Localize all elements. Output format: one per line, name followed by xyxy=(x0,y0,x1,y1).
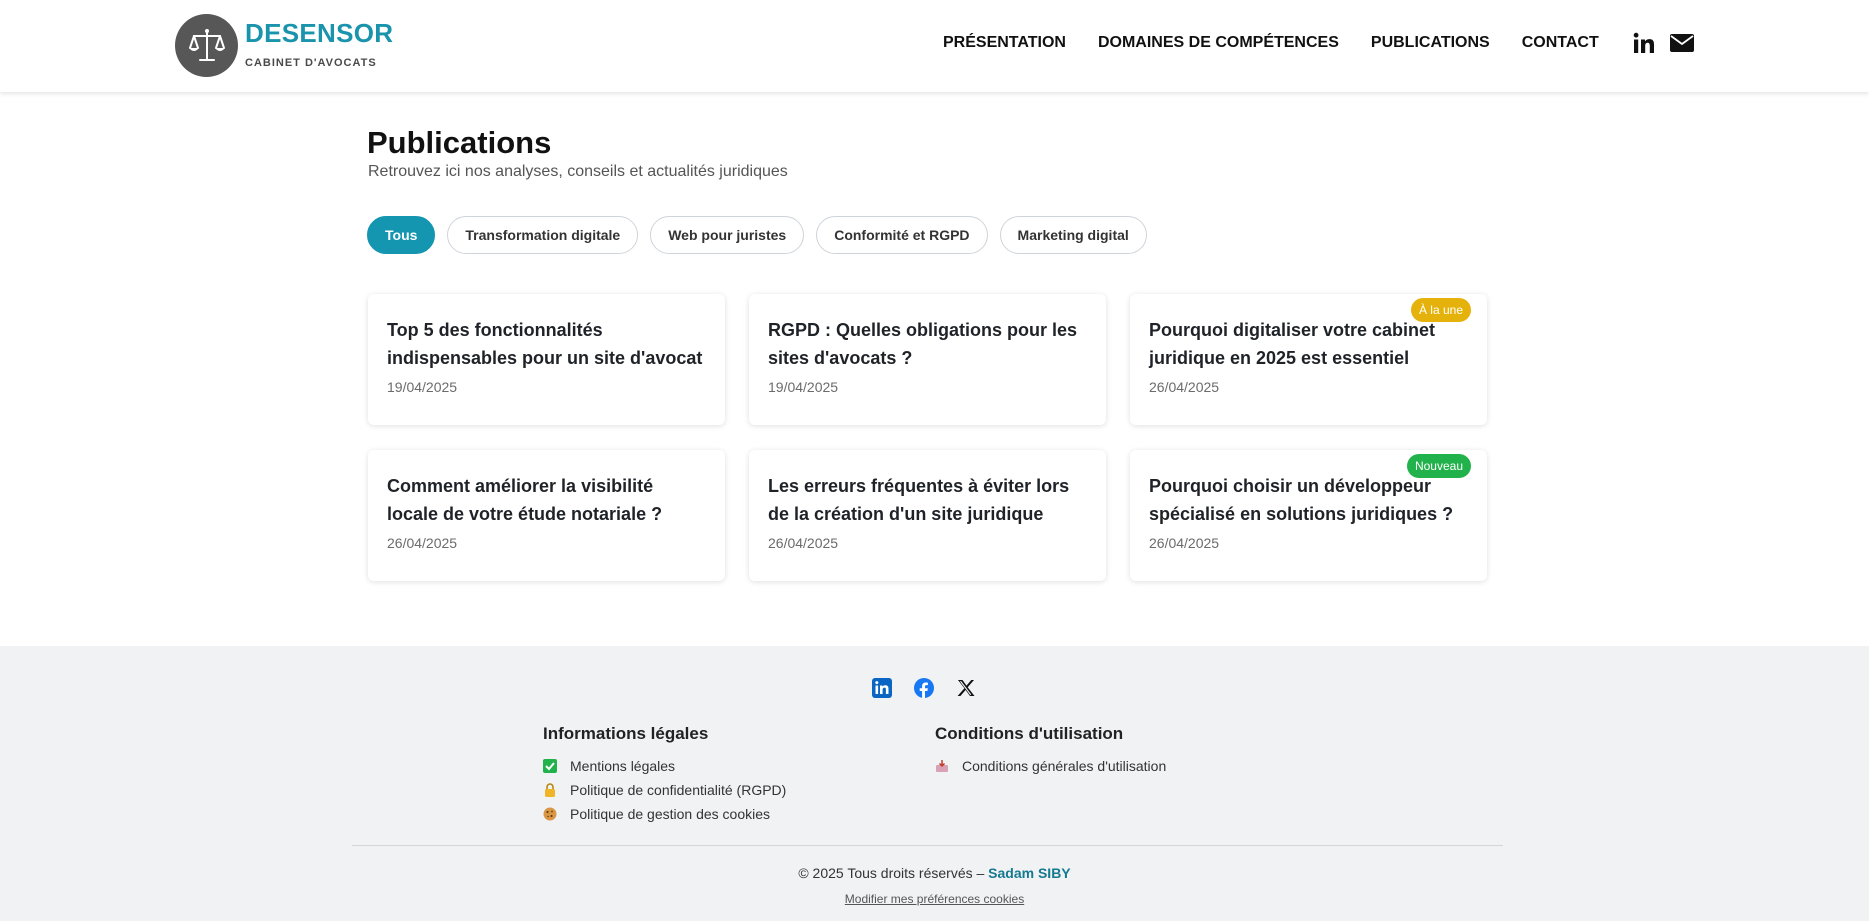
category-filters: Tous Transformation digitale Web pour ju… xyxy=(367,216,1159,254)
privacy-policy-label: Politique de confidentialité (RGPD) xyxy=(570,782,787,798)
article-date: 26/04/2025 xyxy=(1149,379,1220,395)
brand-tagline: CABINET D'AVOCATS xyxy=(245,57,377,69)
featured-badge: À la une xyxy=(1410,298,1471,322)
article-card[interactable]: Comment améliorer la visibilité locale d… xyxy=(368,450,725,581)
nav-publications[interactable]: PUBLICATIONS xyxy=(1371,32,1490,54)
article-title: Pourquoi choisir un développeur spéciali… xyxy=(1149,476,1454,524)
copyright: © 2025 Tous droits réservés – Sadam SIBY xyxy=(0,865,1869,881)
cgu-link[interactable]: Conditions générales d'utilisation xyxy=(935,754,1166,778)
article-card[interactable]: RGPD : Quelles obligations pour les site… xyxy=(749,294,1106,425)
inbox-tray-icon xyxy=(935,759,949,773)
filter-marketing-digital[interactable]: Marketing digital xyxy=(999,216,1147,254)
site-header: DESENSOR CABINET D'AVOCATS PRÉSENTATION … xyxy=(0,0,1869,92)
brand-name: DESENSOR xyxy=(245,18,394,48)
article-title: Top 5 des fonctionnalités indispensables… xyxy=(387,320,703,368)
article-date: 19/04/2025 xyxy=(387,379,458,395)
check-box-icon xyxy=(543,759,557,773)
article-card[interactable]: Top 5 des fonctionnalités indispensables… xyxy=(368,294,725,425)
article-date: 19/04/2025 xyxy=(768,379,839,395)
mentions-legales-label: Mentions légales xyxy=(570,758,676,774)
article-card[interactable]: Les erreurs fréquentes à éviter lors de … xyxy=(749,450,1106,581)
filter-tous[interactable]: Tous xyxy=(367,216,436,254)
cgu-label: Conditions générales d'utilisation xyxy=(962,758,1167,774)
article-title: Les erreurs fréquentes à éviter lors de … xyxy=(768,476,1070,524)
nav-domaines[interactable]: DOMAINES DE COMPÉTENCES xyxy=(1098,32,1339,54)
filter-transformation-digitale[interactable]: Transformation digitale xyxy=(447,216,639,254)
article-title: RGPD : Quelles obligations pour les site… xyxy=(768,320,1078,368)
article-date: 26/04/2025 xyxy=(387,535,458,551)
copyright-author[interactable]: Sadam SIBY xyxy=(988,865,1070,881)
legal-info-heading: Informations légales xyxy=(543,724,709,743)
nav-contact[interactable]: CONTACT xyxy=(1522,32,1599,54)
article-title: Pourquoi digitaliser votre cabinet jurid… xyxy=(1149,320,1436,368)
terms-column: Conditions d'utilisation Conditions géné… xyxy=(935,724,1166,778)
cookie-policy-link[interactable]: Politique de gestion des cookies xyxy=(543,802,786,826)
linkedin-icon[interactable] xyxy=(1633,32,1655,54)
article-card[interactable]: À la une Pourquoi digitaliser votre cabi… xyxy=(1130,294,1487,425)
cookie-policy-label: Politique de gestion des cookies xyxy=(570,806,771,822)
filter-web-pour-juristes[interactable]: Web pour juristes xyxy=(650,216,805,254)
main-nav: PRÉSENTATION DOMAINES DE COMPÉTENCES PUB… xyxy=(943,32,1694,54)
article-date: 26/04/2025 xyxy=(1149,535,1220,551)
cookie-preferences-link[interactable]: Modifier mes préférences cookies xyxy=(845,892,1024,906)
page-subtitle: Retrouvez ici nos analyses, conseils et … xyxy=(368,163,788,180)
envelope-icon[interactable] xyxy=(1669,33,1694,53)
page-title: Publications xyxy=(367,125,552,160)
lock-icon xyxy=(543,783,557,797)
legal-info-column: Informations légales Mentions légales Po… xyxy=(543,724,786,826)
privacy-policy-link[interactable]: Politique de confidentialité (RGPD) xyxy=(543,778,786,802)
facebook-icon[interactable] xyxy=(914,678,934,698)
cookie-icon xyxy=(543,807,557,821)
copyright-text: © 2025 Tous droits réservés – xyxy=(798,865,989,881)
article-card[interactable]: Nouveau Pourquoi choisir un développeur … xyxy=(1130,450,1487,581)
linkedin-icon[interactable] xyxy=(872,678,892,698)
social-links xyxy=(872,678,998,698)
terms-heading: Conditions d'utilisation xyxy=(935,724,1124,743)
x-icon[interactable] xyxy=(956,678,976,698)
nav-presentation[interactable]: PRÉSENTATION xyxy=(943,32,1066,54)
site-footer: Informations légales Mentions légales Po… xyxy=(0,646,1869,921)
article-date: 26/04/2025 xyxy=(768,535,839,551)
logo-text: DESENSOR CABINET D'AVOCATS xyxy=(245,18,393,69)
article-title: Comment améliorer la visibilité locale d… xyxy=(387,476,663,524)
filter-conformite-rgpd[interactable]: Conformité et RGPD xyxy=(816,216,988,254)
logo-link[interactable]: DESENSOR CABINET D'AVOCATS xyxy=(175,14,393,77)
cookie-preferences: Modifier mes préférences cookies xyxy=(0,892,1869,906)
mentions-legales-link[interactable]: Mentions légales xyxy=(543,754,786,778)
footer-divider xyxy=(352,845,1503,846)
new-badge: Nouveau xyxy=(1406,454,1471,478)
scales-of-justice-icon xyxy=(175,14,238,77)
